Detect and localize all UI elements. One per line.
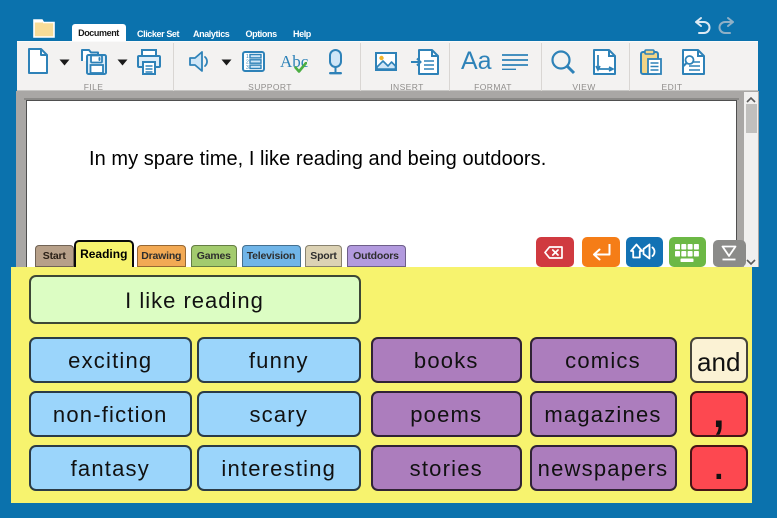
svg-text:3: 3 (246, 65, 249, 71)
